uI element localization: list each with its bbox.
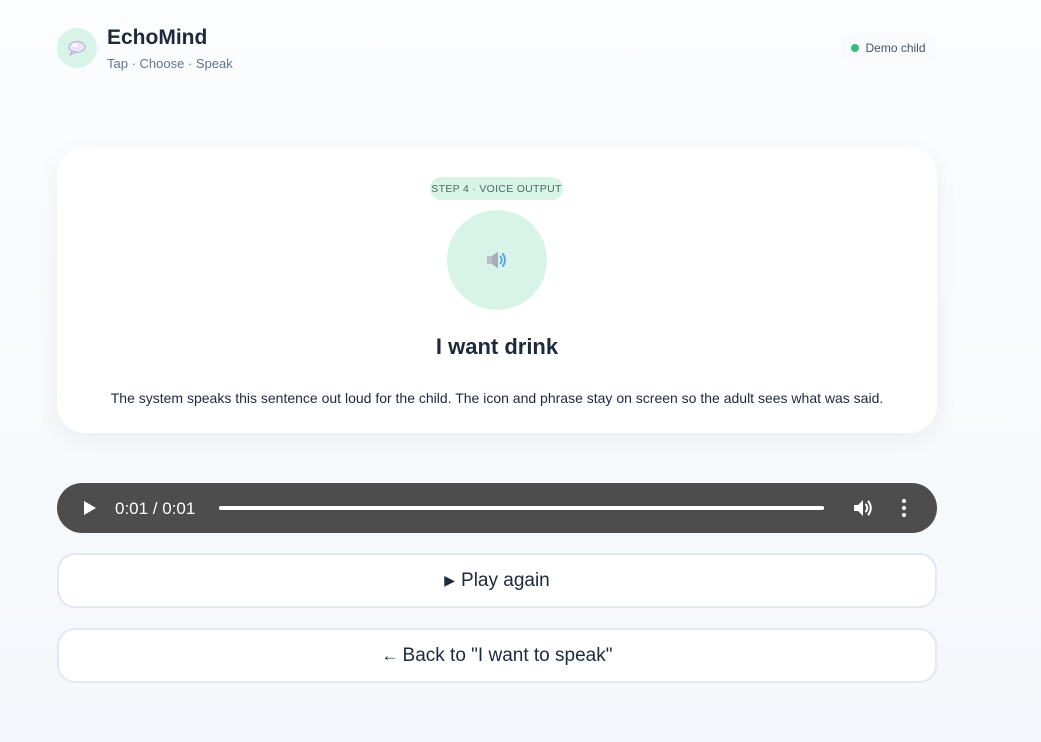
more-options-icon[interactable] — [900, 498, 908, 523]
profile-label: Demo child — [865, 41, 926, 55]
step-badge: STEP 4 · VOICE OUTPUT — [430, 177, 563, 200]
back-button[interactable]: ← Back to "I want to speak" — [57, 628, 937, 683]
app-page: EchoMind Tap · Choose · Speak Demo child… — [0, 0, 1041, 742]
voice-output-card: STEP 4 · VOICE OUTPUT I want drink The s… — [57, 147, 937, 433]
brand-text: EchoMind Tap · Choose · Speak — [107, 26, 233, 71]
audio-time: 0:01 / 0:01 — [115, 499, 196, 518]
arrow-left-icon: ← — [381, 645, 399, 665]
app-title: EchoMind — [107, 26, 208, 49]
speech-bubble-icon — [57, 28, 97, 68]
volume-icon[interactable] — [853, 498, 875, 523]
speaker-icon — [447, 210, 547, 310]
brand: EchoMind Tap · Choose · Speak — [57, 26, 233, 71]
play-again-button[interactable]: ▶ Play again — [57, 553, 937, 608]
app-tagline: Tap · Choose · Speak — [107, 56, 233, 71]
play-glyph-icon: ▶ — [444, 572, 456, 588]
back-label: Back to "I want to speak" — [402, 644, 613, 666]
play-again-label: Play again — [461, 569, 550, 591]
card-description: The system speaks this sentence out loud… — [110, 390, 884, 406]
audio-progress-fill — [219, 506, 824, 510]
profile-chip[interactable]: Demo child — [841, 32, 936, 64]
status-dot — [851, 44, 860, 52]
play-icon[interactable] — [83, 500, 97, 521]
spoken-phrase: I want drink — [435, 334, 559, 359]
audio-player: 0:01 / 0:01 — [57, 483, 937, 533]
audio-progress-bar[interactable] — [219, 506, 824, 510]
